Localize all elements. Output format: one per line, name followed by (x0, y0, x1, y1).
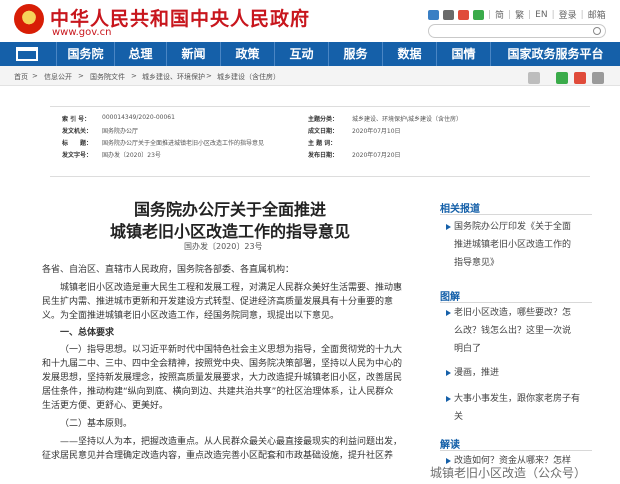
info-label: 主 题 词： (308, 140, 337, 147)
wechat-share-icon[interactable] (556, 72, 568, 84)
email-link[interactable]: 邮箱 (588, 8, 606, 21)
bullet-icon (446, 369, 451, 376)
weibo-share-icon[interactable] (574, 72, 586, 84)
info-label: 发文机关： (62, 128, 93, 135)
info-value: 国务院办公厅 (102, 128, 139, 135)
nav-item-state-council[interactable]: 国务院 (56, 42, 114, 66)
sidebar-illustration-link[interactable]: 漫画，推进 (446, 364, 590, 382)
wechat-icon[interactable] (473, 9, 484, 20)
article-paragraph: 义。为全面推进城镇老旧小区改造工作，经国务院同意，现提出以下意见。 (42, 311, 340, 321)
breadcrumb-item[interactable]: 城乡建设（含住房） (217, 72, 280, 82)
info-value: 国办发〔2020〕23号 (102, 152, 161, 159)
bullet-icon (446, 309, 451, 316)
article-paragraph: 发展思想，坚持新发展理念，按照高质量发展要求，大力改造提升城镇老旧小区，改善居民 (42, 373, 403, 383)
more-share-icon[interactable] (592, 72, 604, 84)
font-size-icon[interactable] (528, 72, 540, 84)
nav-item-policy[interactable]: 政策 (220, 42, 274, 66)
info-value: 城乡建设、环境保护\城乡建设（含住房） (352, 116, 463, 123)
sidebar-related-title: 相关报道 (440, 204, 480, 215)
search-icon[interactable] (593, 27, 601, 35)
top-toolbar: | 简 | 繁 | EN | 登录 | 邮箱 (428, 8, 606, 21)
article-paragraph: 各省、自治区、直辖市人民政府，国务院各部委、各直属机构： (42, 265, 295, 275)
mobile-icon[interactable] (443, 9, 454, 20)
nav-home-button[interactable] (0, 42, 56, 66)
sidebar-illustration-link[interactable]: 大事小事发生，跟你家老房子有 关 (446, 390, 590, 426)
watermark-text: 城镇老旧小区改造（公众号） (430, 466, 587, 480)
sidebar-illustration-link[interactable]: 老旧小区改造，哪些要改？怎 么改？钱怎么出？这里一次说 明白了 (446, 304, 590, 358)
nav-item-interaction[interactable]: 互动 (274, 42, 328, 66)
weibo-icon[interactable] (458, 9, 469, 20)
article-doc-number: 国办发〔2020〕23号 (184, 242, 263, 251)
main-nav: 国务院 总理 新闻 政策 互动 服务 数据 国情 国家政务服务平台 (0, 42, 620, 66)
nav-item-data[interactable]: 数据 (382, 42, 436, 66)
info-label: 成文日期： (308, 128, 339, 135)
sidebar-divider (440, 450, 592, 451)
article-paragraph: 城镇老旧小区改造是重大民生工程和发展工程，对满足人民群众美好生活需要、推动惠 (60, 283, 403, 293)
bullet-icon (446, 223, 451, 230)
tiananmen-icon (16, 47, 38, 61)
nav-item-gov-service-platform[interactable]: 国家政务服务平台 (490, 42, 620, 66)
bullet-icon (446, 457, 451, 464)
info-divider (50, 176, 590, 177)
info-label: 发布日期： (308, 152, 339, 159)
article-title-line: 国务院办公厅关于全面推进 (133, 200, 326, 219)
info-label: 索 引 号： (62, 116, 91, 123)
sidebar-divider (440, 302, 592, 303)
site-url[interactable]: www.gov.cn (52, 27, 111, 38)
sidebar-interpretation-title: 解读 (440, 440, 460, 451)
search-input[interactable] (428, 24, 606, 38)
breadcrumb: 首页 > 信息公开 > 国务院文件 > 城乡建设、环境保护 > 城乡建设（含住房… (0, 66, 620, 86)
login-link[interactable]: 登录 (559, 8, 577, 21)
nav-item-national-info[interactable]: 国情 (436, 42, 490, 66)
nav-item-services[interactable]: 服务 (328, 42, 382, 66)
breadcrumb-item[interactable]: 城乡建设、环境保护 (142, 72, 205, 82)
english-link[interactable]: EN (535, 10, 547, 20)
document-info-table: 索 引 号： 000014349/2020-00061 发文机关： 国务院办公厅… (50, 110, 590, 178)
info-value: 国务院办公厅关于全面推进城镇老旧小区改造工作的指导意见 (102, 140, 265, 147)
article-heading: （二）基本原则。 (60, 419, 133, 429)
nav-item-premier[interactable]: 总理 (114, 42, 166, 66)
site-header: 中华人民共和国中央人民政府 www.gov.cn | 简 | 繁 | EN | … (0, 0, 620, 42)
national-emblem-icon[interactable] (14, 4, 44, 34)
breadcrumb-item[interactable]: 国务院文件 (90, 72, 125, 82)
nav-item-news[interactable]: 新闻 (166, 42, 220, 66)
sidebar-divider (440, 214, 592, 215)
article-paragraph: （一）指导思想。以习近平新时代中国特色社会主义思想为指导，全面贯彻党的十九大 (60, 345, 403, 355)
article-paragraph: 征求居民意见并合理确定改造内容，重点改造完善小区配套和市政基础设施，提升社区养 (42, 451, 394, 461)
article-paragraph: 民生扩内需、推进城市更新和开发建设方式转型、促进经济高质量发展具有十分重要的意 (42, 297, 394, 307)
article-paragraph: 生活更方便、更舒心、更美好。 (42, 401, 169, 411)
info-value: 000014349/2020-00061 (102, 114, 175, 121)
breadcrumb-home[interactable]: 首页 (14, 72, 28, 82)
article-title-line: 城镇老旧小区改造工作的指导意见 (109, 222, 350, 241)
sidebar-illustration-title: 图解 (440, 292, 460, 303)
breadcrumb-item[interactable]: 信息公开 (44, 72, 72, 82)
bullet-icon (446, 395, 451, 402)
sidebar-related-link[interactable]: 国务院办公厅印发《关于全面 推进城镇老旧小区改造工作的 指导意见》 (446, 218, 590, 272)
info-value: 2020年07月20日 (352, 152, 401, 159)
info-label: 标 题： (62, 140, 93, 147)
article-paragraph: ——坚持以人为本，把握改造重点。从人民群众最关心最直接最现实的利益问题出发， (60, 437, 403, 447)
article-paragraph: 居住条件，推动构建“纵向到底、横向到边、共建共治共享”的社区治理体系，让人民群众 (42, 387, 394, 397)
article-heading: 一、总体要求 (60, 328, 115, 338)
info-label: 主题分类： (308, 116, 339, 123)
simplified-link[interactable]: 简 (495, 8, 504, 21)
info-label: 发文字号： (62, 152, 93, 159)
info-value: 2020年07月10日 (352, 128, 401, 135)
traditional-link[interactable]: 繁 (515, 8, 524, 21)
mail-icon[interactable] (428, 9, 439, 20)
article-paragraph: 和十九届二中、三中、四中全会精神，按照党中央、国务院决策部署，坚持以人民为中心的 (42, 359, 403, 369)
info-divider (50, 106, 590, 107)
